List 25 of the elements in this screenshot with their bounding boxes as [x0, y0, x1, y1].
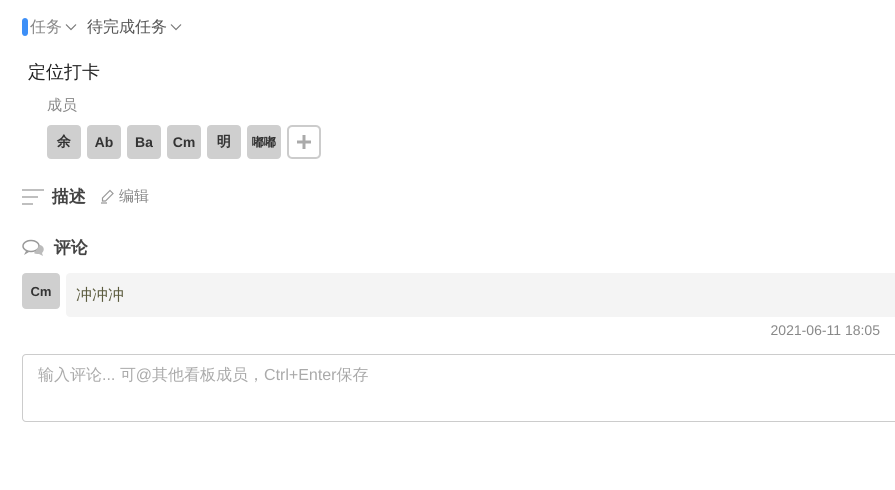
members-label: 成员	[47, 96, 78, 115]
caret-icon	[65, 23, 77, 31]
member-avatar[interactable]: 明	[207, 125, 241, 159]
member-avatar[interactable]: 余	[47, 125, 81, 159]
task-title: 定位打卡	[28, 61, 101, 84]
comment-text: 冲冲冲	[66, 273, 895, 317]
lines-icon	[22, 188, 44, 204]
add-member-button[interactable]	[287, 125, 321, 159]
member-avatar[interactable]: 嘟嘟	[247, 125, 281, 159]
member-avatar[interactable]: Ab	[87, 125, 121, 159]
commenter-avatar: Cm	[22, 273, 60, 309]
plus-icon	[296, 134, 312, 150]
member-avatar[interactable]: Ba	[127, 125, 161, 159]
breadcrumb-dropdown[interactable]: 待完成任务	[87, 16, 182, 38]
caret-icon	[170, 23, 182, 31]
edit-link[interactable]: 编辑	[100, 187, 149, 206]
chat-bubbles-icon	[22, 238, 46, 256]
pencil-icon	[100, 189, 115, 204]
accent-bar	[22, 18, 28, 36]
comment-time: 2021-06-11 18:05	[770, 322, 880, 338]
comments-heading: 评论	[54, 237, 88, 259]
breadcrumb-dropdown[interactable]: 任务	[30, 16, 77, 38]
comment-input[interactable]: 输入评论... 可@其他看板成员，Ctrl+Enter保存	[22, 354, 895, 422]
description-heading: 描述	[52, 186, 86, 208]
member-avatar[interactable]: Cm	[167, 125, 201, 159]
